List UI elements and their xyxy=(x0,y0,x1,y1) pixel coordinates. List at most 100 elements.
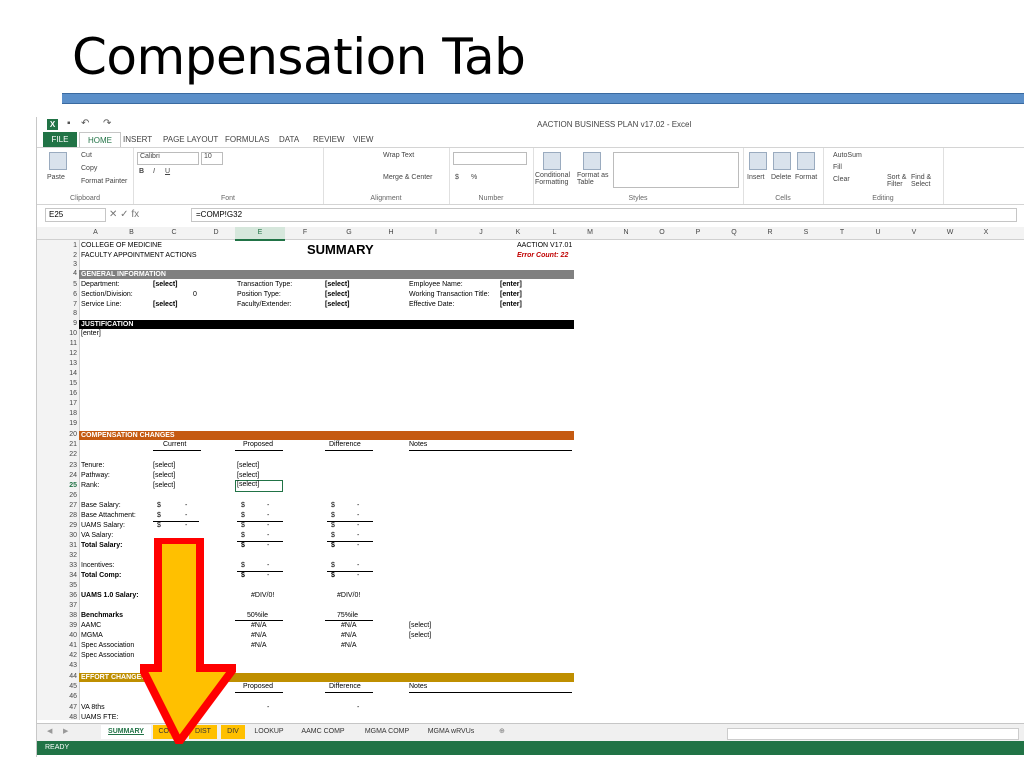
header-proposed[interactable]: Proposed xyxy=(243,441,273,448)
cell-base-attachment[interactable]: Base Attachment: xyxy=(81,512,136,519)
cell-total-comp[interactable]: Total Comp: xyxy=(81,572,121,579)
cell-rank-proposed-selected[interactable]: [select] xyxy=(235,480,283,492)
bold-button[interactable]: B xyxy=(139,168,144,175)
cell-dollar[interactable]: $ xyxy=(157,522,161,529)
column-header-v[interactable]: V xyxy=(896,229,932,236)
sheet-tab-aamc-comp[interactable]: AAMC COMP xyxy=(293,725,353,739)
cell-dash[interactable]: - xyxy=(267,542,269,549)
cell-dollar[interactable]: $ xyxy=(241,532,245,539)
redo-icon[interactable]: ↷ xyxy=(103,118,111,129)
cell-rank-current[interactable]: [select] xyxy=(153,482,175,489)
cell-dash[interactable]: - xyxy=(357,502,359,509)
sheet-tab-mgma-wrvus[interactable]: MGMA wRVUs xyxy=(421,725,481,739)
sort-filter-button[interactable]: Sort & Filter xyxy=(887,174,911,188)
cell-spec-assoc-1[interactable]: Spec Association xyxy=(81,642,134,649)
cell-department[interactable]: Department: xyxy=(81,281,120,288)
header-notes[interactable]: Notes xyxy=(409,441,427,448)
cell-aamc[interactable]: AAMC xyxy=(81,622,101,629)
formula-input[interactable]: =COMP!G32 xyxy=(191,208,1017,222)
cell-rank[interactable]: Rank: xyxy=(81,482,99,489)
column-header-d[interactable]: D xyxy=(197,229,235,236)
tab-review[interactable]: REVIEW xyxy=(313,135,345,144)
cell-p50[interactable]: 50%ile xyxy=(247,612,268,619)
insert-cells-icon[interactable] xyxy=(749,152,767,170)
cell-dash[interactable]: - xyxy=(357,512,359,519)
cell-va8-difference[interactable]: - xyxy=(357,704,359,711)
cell-dollar[interactable]: $ xyxy=(331,542,335,549)
cell-college[interactable]: COLLEGE OF MEDICINE xyxy=(81,242,162,249)
cell-base-salary[interactable]: Base Salary: xyxy=(81,502,121,509)
cell-tenure[interactable]: Tenure: xyxy=(81,462,104,469)
cell-position-value[interactable]: [select] xyxy=(325,291,350,298)
cell-aamc-notes[interactable]: [select] xyxy=(409,622,431,629)
effort-header-proposed[interactable]: Proposed xyxy=(243,683,273,690)
cell-section[interactable]: Section/Division: xyxy=(81,291,133,298)
sheet-tab-lookup[interactable]: LOOKUP xyxy=(249,725,289,739)
tab-file[interactable]: FILE xyxy=(43,132,77,147)
cell-summary[interactable]: SUMMARY xyxy=(307,242,374,257)
cell-dollar[interactable]: $ xyxy=(241,562,245,569)
cell-spec-assoc-2[interactable]: Spec Association xyxy=(81,652,134,659)
cell-va-salary[interactable]: VA Salary: xyxy=(81,532,113,539)
cell-dollar[interactable]: $ xyxy=(331,572,335,579)
column-header-t[interactable]: T xyxy=(824,229,860,236)
cell-dash[interactable]: - xyxy=(357,562,359,569)
cell-styles-gallery[interactable] xyxy=(613,152,739,188)
number-format-select[interactable] xyxy=(453,152,527,165)
column-header-r[interactable]: R xyxy=(752,229,788,236)
italic-button[interactable]: I xyxy=(153,168,155,175)
cell-effective-value[interactable]: [enter] xyxy=(500,301,522,308)
cell-spec-75[interactable]: #N/A xyxy=(341,642,357,649)
column-header-k[interactable]: K xyxy=(499,229,537,236)
column-header-s[interactable]: S xyxy=(788,229,824,236)
cell-justification-value[interactable]: [enter] xyxy=(81,330,101,337)
cell-dash[interactable]: - xyxy=(267,512,269,519)
cell-dollar[interactable]: $ xyxy=(331,502,335,509)
format-cells-icon[interactable] xyxy=(797,152,815,170)
merge-center-button[interactable]: Merge & Center xyxy=(383,174,432,181)
cell-dollar[interactable]: $ xyxy=(331,512,335,519)
cell-transaction-value[interactable]: [select] xyxy=(325,281,350,288)
cell-tenure-proposed[interactable]: [select] xyxy=(237,462,259,469)
header-difference[interactable]: Difference xyxy=(329,441,361,448)
cell-section-value[interactable]: 0 xyxy=(193,291,197,298)
scroll-right-icon[interactable]: ▶ xyxy=(63,725,68,739)
column-header-q[interactable]: Q xyxy=(716,229,752,236)
column-header-f[interactable]: F xyxy=(285,229,325,236)
cell-dash[interactable]: - xyxy=(267,502,269,509)
cell-mgma-50[interactable]: #N/A xyxy=(251,632,267,639)
cell-dash[interactable]: - xyxy=(267,522,269,529)
cell-dollar[interactable]: $ xyxy=(157,502,161,509)
column-header-u[interactable]: U xyxy=(860,229,896,236)
column-header-n[interactable]: N xyxy=(608,229,644,236)
cell-transaction[interactable]: Transaction Type: xyxy=(237,281,292,288)
wrap-text-button[interactable]: Wrap Text xyxy=(383,152,414,159)
cell-va8[interactable]: VA 8ths xyxy=(81,704,105,711)
column-header-i[interactable]: I xyxy=(409,229,463,236)
format-as-table-button[interactable]: Format as Table xyxy=(577,172,613,186)
column-header-w[interactable]: W xyxy=(932,229,968,236)
cell-incentives[interactable]: Incentives: xyxy=(81,562,114,569)
cell-dollar[interactable]: $ xyxy=(157,512,161,519)
cell-faculty[interactable]: FACULTY APPOINTMENT ACTIONS xyxy=(81,252,197,259)
tab-view[interactable]: VIEW xyxy=(353,135,373,144)
cell-uams10[interactable]: UAMS 1.0 Salary: xyxy=(81,592,139,599)
name-box[interactable]: E25 xyxy=(45,208,106,222)
cell-uams-fte[interactable]: UAMS FTE: xyxy=(81,714,118,721)
column-header-e[interactable]: E xyxy=(235,227,285,241)
effort-header-notes[interactable]: Notes xyxy=(409,683,427,690)
cell-dash[interactable]: - xyxy=(185,512,187,519)
cell-faculty-ext-value[interactable]: [select] xyxy=(325,301,350,308)
format-cells-button[interactable]: Format xyxy=(795,174,817,181)
cell-service-value[interactable]: [select] xyxy=(153,301,178,308)
cell-uams-salary[interactable]: UAMS Salary: xyxy=(81,522,125,529)
column-header-c[interactable]: C xyxy=(151,229,197,236)
cell-dollar[interactable]: $ xyxy=(241,502,245,509)
column-header-m[interactable]: M xyxy=(572,229,608,236)
cell-pathway-proposed[interactable]: [select] xyxy=(237,472,259,479)
cell-dash[interactable]: - xyxy=(357,522,359,529)
autosum-button[interactable]: AutoSum xyxy=(833,152,862,159)
cell-dash[interactable]: - xyxy=(185,502,187,509)
cell-dash[interactable]: - xyxy=(267,532,269,539)
band-compensation[interactable]: COMPENSATION CHANGES xyxy=(79,431,574,440)
